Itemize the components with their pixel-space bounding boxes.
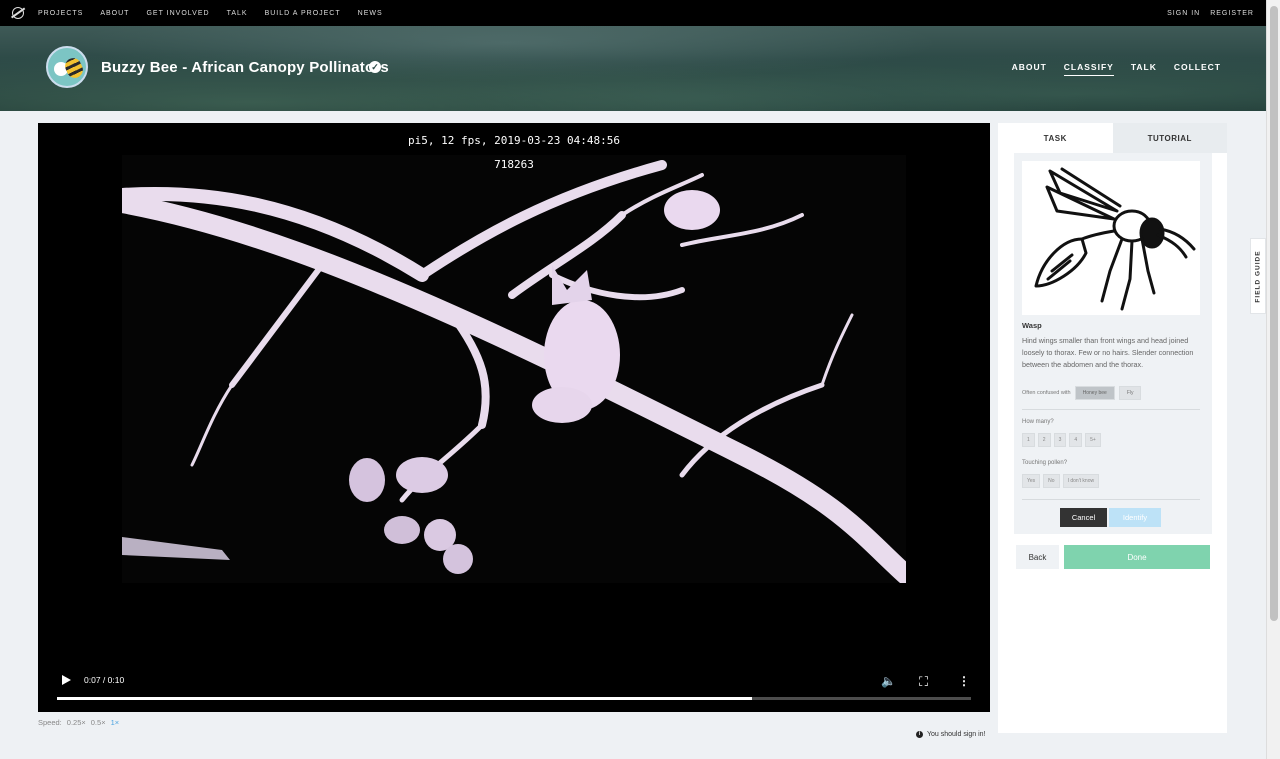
wasp-icon	[1034, 167, 1196, 311]
divider	[1022, 409, 1200, 410]
tab-tutorial[interactable]: TUTORIAL	[1112, 123, 1227, 153]
guide-species-name: Wasp	[1022, 321, 1042, 330]
info-icon: i	[916, 731, 923, 738]
identify-button[interactable]: Identify	[1109, 508, 1161, 527]
done-button[interactable]: Done	[1064, 545, 1210, 569]
divider	[1022, 499, 1200, 500]
project-header: Buzzy Bee - African Canopy Pollinators ✓…	[0, 26, 1266, 111]
nav-projects[interactable]: PROJECTS	[38, 10, 83, 17]
speed-label: Speed:	[38, 718, 62, 727]
sign-in-notice[interactable]: i You should sign in!	[916, 731, 986, 738]
more-options-icon[interactable]: ⋮	[958, 674, 970, 688]
video-frame	[112, 155, 916, 585]
confused-with-label: Often confused with	[1022, 390, 1071, 396]
nav-about[interactable]: ABOUT	[100, 10, 129, 17]
video-controls: 0:07 / 0:10 🔈 ⛶ ⋮	[38, 665, 990, 705]
video-timestamp-overlay: pi5, 12 fps, 2019-03-23 04:48:56	[408, 134, 620, 147]
sign-in-link[interactable]: SIGN IN	[1167, 10, 1200, 17]
speed-option-025[interactable]: 0.25×	[67, 718, 86, 727]
playback-speed: Speed: 0.25× 0.5× 1×	[38, 718, 119, 727]
panel-tabs: TASK TUTORIAL	[998, 123, 1227, 153]
volume-icon[interactable]: 🔈	[881, 674, 896, 688]
project-nav-collect[interactable]: COLLECT	[1174, 62, 1221, 76]
auth-links: SIGN IN REGISTER	[1167, 10, 1254, 17]
video-progress-fill	[57, 697, 752, 700]
how-many-option-2[interactable]: 2	[1037, 433, 1051, 447]
bee-icon	[62, 55, 86, 81]
site-nav-links: PROJECTS ABOUT GET INVOLVED TALK BUILD A…	[38, 10, 383, 17]
video-frame-counter-overlay: 718263	[494, 158, 534, 171]
touching-pollen-no[interactable]: No	[1043, 474, 1060, 488]
night-branch-image	[112, 160, 916, 585]
project-nav-talk[interactable]: TALK	[1131, 62, 1157, 76]
task-panel: TASK TUTORIAL Wasp Hind wings smaller th…	[998, 123, 1227, 733]
nav-build-a-project[interactable]: BUILD A PROJECT	[265, 10, 341, 17]
play-icon[interactable]	[62, 675, 71, 685]
cancel-button[interactable]: Cancel	[1060, 508, 1107, 527]
video-progress-bar[interactable]	[57, 697, 971, 700]
speed-option-1[interactable]: 1×	[111, 718, 120, 727]
survey-task-card: Wasp Hind wings smaller than front wings…	[1014, 153, 1212, 534]
back-button[interactable]: Back	[1016, 545, 1059, 569]
confused-with-fly[interactable]: Fly	[1118, 386, 1142, 400]
touching-pollen-yes[interactable]: Yes	[1022, 474, 1041, 488]
nav-talk[interactable]: TALK	[227, 10, 248, 17]
project-nav-about[interactable]: ABOUT	[1012, 62, 1047, 76]
field-guide-label: FIELD GUIDE	[1254, 249, 1262, 303]
sign-in-notice-text: You should sign in!	[927, 731, 986, 738]
page-scrollbar[interactable]	[1266, 0, 1280, 759]
site-navbar: PROJECTS ABOUT GET INVOLVED TALK BUILD A…	[0, 0, 1266, 26]
verified-badge-icon: ✓	[369, 61, 381, 73]
fullscreen-icon[interactable]: ⛶	[919, 674, 928, 690]
nav-get-involved[interactable]: GET INVOLVED	[146, 10, 209, 17]
project-nav: ABOUT CLASSIFY TALK COLLECT	[1012, 62, 1221, 76]
project-avatar[interactable]	[46, 46, 88, 88]
wasp-image	[1022, 161, 1200, 315]
touching-pollen-options: Yes No I don't know	[1022, 474, 1100, 488]
guide-species-description: Hind wings smaller than front wings and …	[1022, 336, 1194, 369]
confused-with: Often confused with Honey bee Fly	[1022, 386, 1142, 400]
project-nav-classify[interactable]: CLASSIFY	[1063, 62, 1114, 76]
project-title[interactable]: Buzzy Bee - African Canopy Pollinators	[101, 59, 389, 76]
zooniverse-logo-icon[interactable]	[12, 7, 24, 19]
tab-task[interactable]: TASK	[998, 123, 1113, 153]
question-how-many: How many?	[1022, 419, 1054, 425]
field-guide-tab[interactable]: FIELD GUIDE	[1250, 238, 1266, 314]
how-many-options: 1 2 3 4 5+	[1022, 433, 1101, 447]
confused-with-honey-bee[interactable]: Honey bee	[1074, 386, 1115, 400]
touching-pollen-dont-know[interactable]: I don't know	[1062, 474, 1100, 488]
question-touching-pollen: Touching pollen?	[1022, 460, 1068, 466]
how-many-option-1[interactable]: 1	[1022, 433, 1035, 447]
how-many-option-5plus[interactable]: 5+	[1085, 433, 1101, 447]
how-many-option-4[interactable]: 4	[1069, 433, 1083, 447]
video-time: 0:07 / 0:10	[84, 675, 125, 685]
nav-news[interactable]: NEWS	[358, 10, 383, 17]
register-link[interactable]: REGISTER	[1210, 10, 1254, 17]
how-many-option-3[interactable]: 3	[1053, 433, 1067, 447]
subject-video-player[interactable]: pi5, 12 fps, 2019-03-23 04:48:56 718263 …	[38, 123, 990, 712]
scrollbar-thumb[interactable]	[1270, 6, 1278, 621]
speed-option-05[interactable]: 0.5×	[91, 718, 106, 727]
